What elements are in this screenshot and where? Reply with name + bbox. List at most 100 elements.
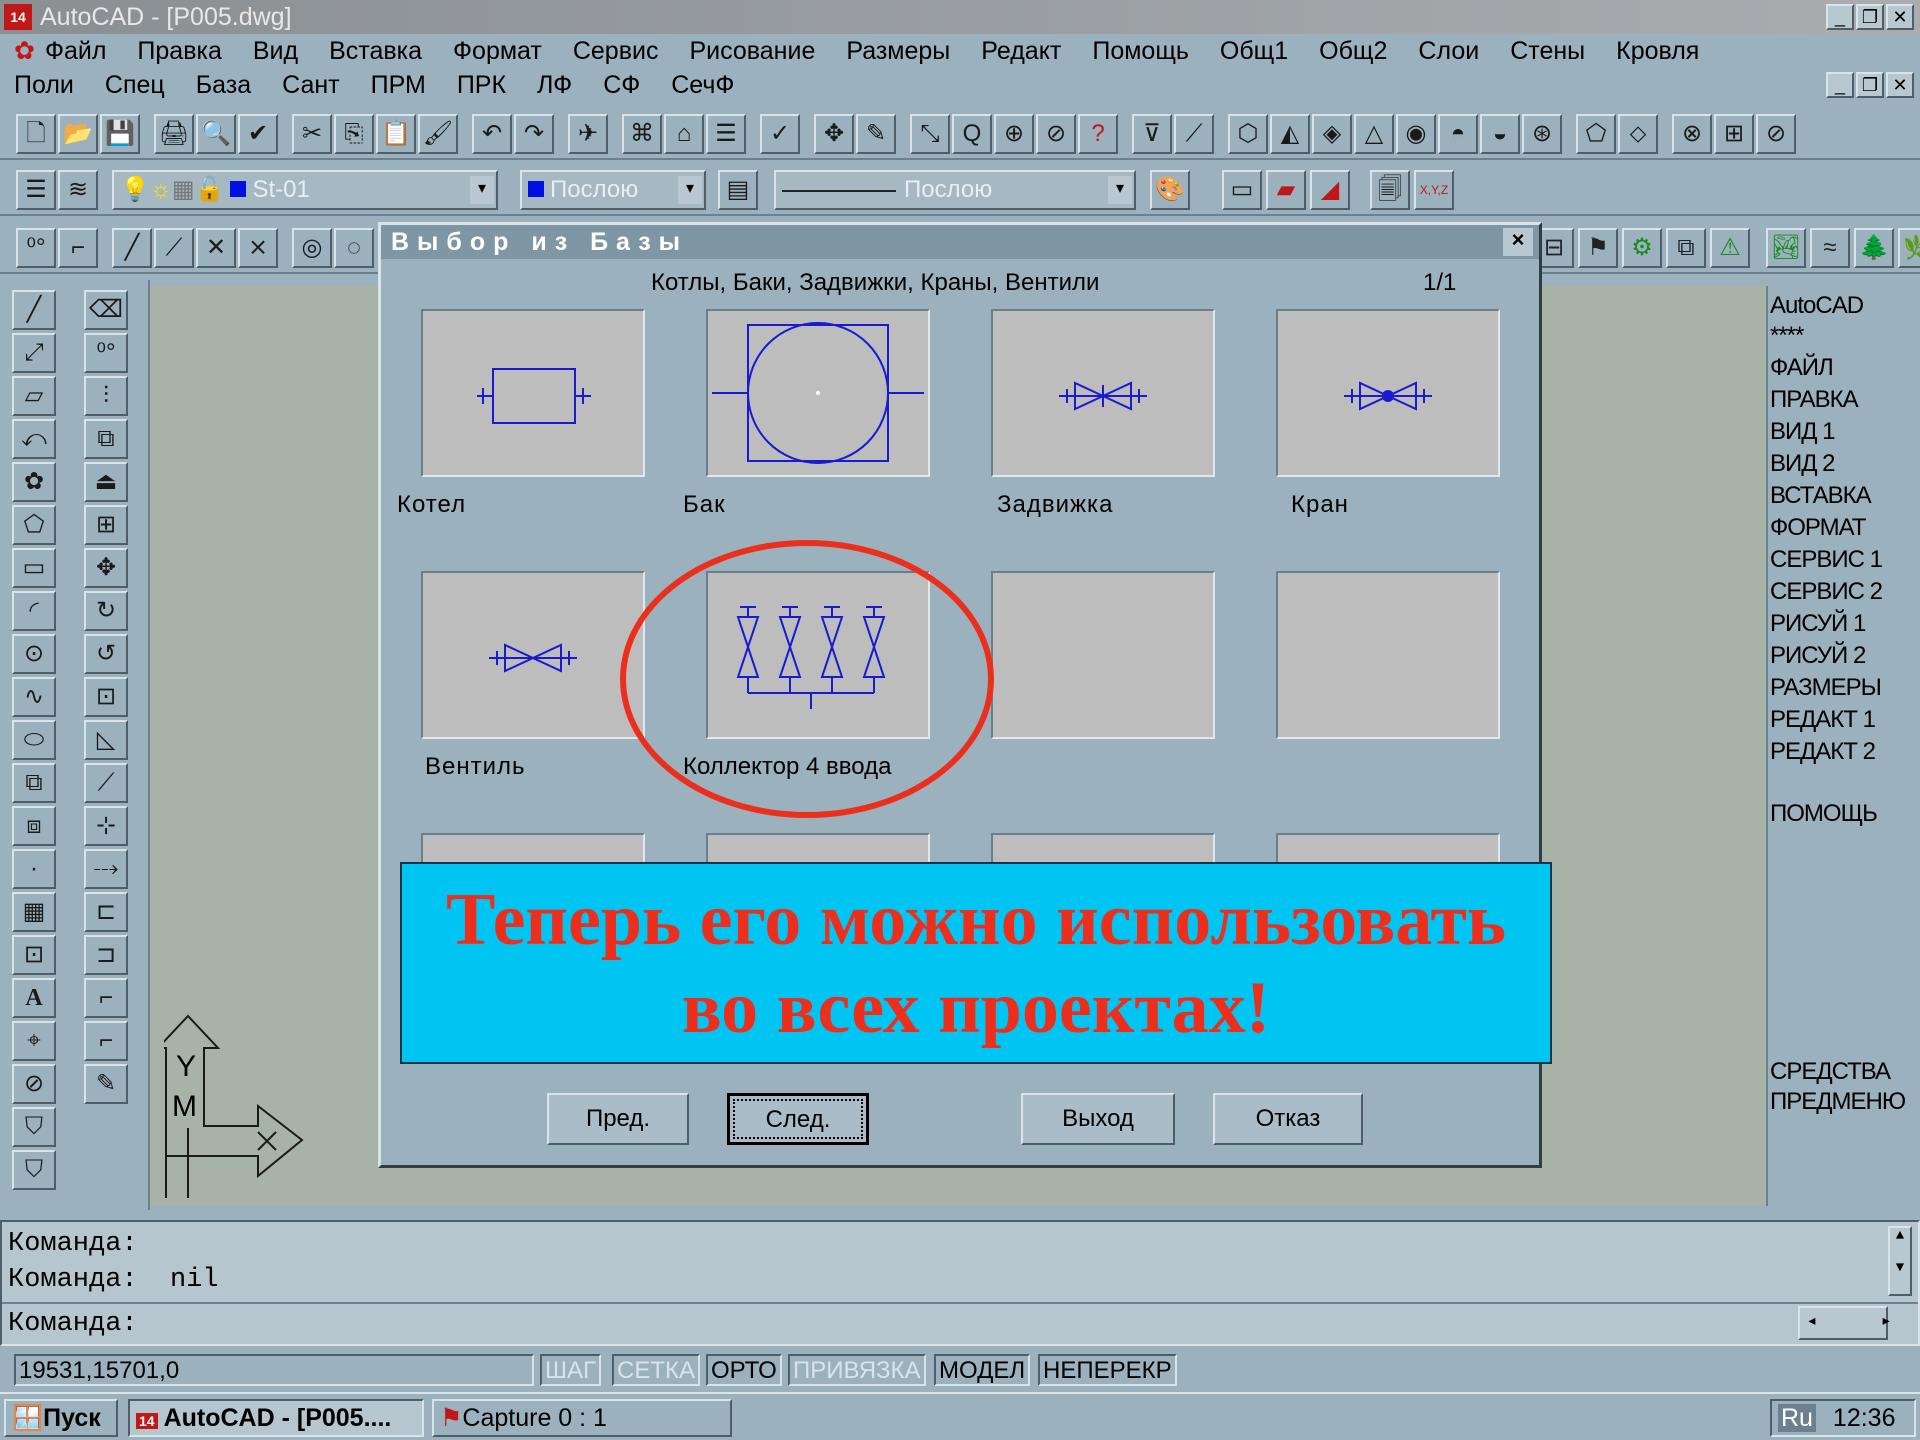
grid-toggle[interactable]: СЕТКА (612, 1354, 700, 1386)
circle-icon[interactable]: ⊙ (12, 634, 56, 674)
break-point-icon[interactable]: ⊏ (84, 892, 128, 932)
point-icon[interactable]: · (12, 849, 56, 889)
polygon-icon[interactable]: ⬠ (12, 505, 56, 545)
landscape-tool-icon[interactable]: ⧉ (1666, 228, 1706, 268)
polygon-star-icon[interactable]: ✿ (12, 462, 56, 502)
launch-icon[interactable]: ✈ (568, 114, 608, 154)
line-icon[interactable]: ╱ (12, 290, 56, 330)
item-empty[interactable] (1276, 571, 1500, 739)
spline-icon[interactable]: ∿ (12, 677, 56, 717)
osnap-tool-icon[interactable]: ⨯ (238, 228, 278, 268)
trim-icon[interactable]: ⟋ (84, 763, 128, 803)
close-icon[interactable]: ✕ (1886, 4, 1914, 30)
screen-menu-item[interactable]: ФОРМАТ (1770, 514, 1866, 542)
screen-menu-item[interactable]: ФАЙЛ (1770, 354, 1834, 382)
rotate-icon[interactable]: ↻ (84, 591, 128, 631)
landscape-tool-icon[interactable]: 🏞 (1766, 228, 1806, 268)
next-button[interactable]: След. (727, 1093, 869, 1145)
stretch-icon[interactable]: ⊡ (84, 677, 128, 717)
chevron-down-icon[interactable]: ▾ (1108, 176, 1132, 204)
menu-item[interactable]: Сервис (573, 37, 659, 66)
arc-icon[interactable]: ◜ (12, 591, 56, 631)
doc-restore-icon[interactable]: ❐ (1856, 72, 1884, 98)
item-tank[interactable] (706, 309, 930, 477)
menu-item[interactable]: ЛФ (537, 71, 572, 100)
landscape-tool-icon[interactable]: ⚙ (1622, 228, 1662, 268)
save-icon[interactable]: 💾 (100, 114, 140, 154)
autocad-app-icon[interactable]: 14 (4, 4, 32, 30)
command-hscrollbar[interactable]: ◂ ▸ (1798, 1306, 1890, 1340)
tile-toggle[interactable]: НЕПЕРЕКР (1038, 1354, 1177, 1386)
open-icon[interactable]: 📂 (58, 114, 98, 154)
item-valve[interactable] (421, 571, 645, 739)
layer-prev-icon[interactable]: ≋ (58, 170, 98, 210)
offset-icon[interactable]: ⧉ (84, 419, 128, 459)
screen-menu-item[interactable]: РИСУЙ 2 (1770, 642, 1866, 670)
move-icon[interactable]: ✥ (84, 548, 128, 588)
menu-item[interactable]: СФ (603, 71, 640, 100)
osnap-toggle[interactable]: ПРИВЯЗКА (788, 1354, 926, 1386)
zoom-prev-icon[interactable]: ⊘ (1036, 114, 1076, 154)
model-toggle[interactable]: МОДЕЛ (934, 1354, 1031, 1386)
menu-item[interactable]: Слои (1418, 37, 1479, 66)
menu-item[interactable]: База (196, 71, 251, 100)
menu-item[interactable]: СечФ (671, 71, 734, 100)
doc-minimize-icon[interactable]: _ (1826, 72, 1854, 98)
block-icon[interactable]: ⌂ (664, 114, 704, 154)
dome-icon[interactable]: ◓ (1438, 114, 1478, 154)
cut-icon[interactable]: ✂ (292, 114, 332, 154)
doc-close-icon[interactable]: ✕ (1886, 72, 1914, 98)
landscape-tool-icon[interactable]: 🌿 (1898, 228, 1920, 268)
screen-menu-item[interactable]: ПРАВКА (1770, 386, 1859, 414)
scene-icon[interactable]: ⊞ (1714, 114, 1754, 154)
cone-icon[interactable]: ◈ (1312, 114, 1352, 154)
ortho-toggle[interactable]: ОРТО (706, 1354, 782, 1386)
table-icon[interactable]: ☰ (706, 114, 746, 154)
zoom-extents-icon[interactable]: ⊕ (994, 114, 1034, 154)
properties-icon[interactable]: 🎨 (1150, 170, 1190, 210)
task-capture[interactable]: ⚑Capture 0 : 1 (432, 1399, 732, 1437)
menu-item[interactable]: Вид (253, 37, 298, 66)
menu-item[interactable]: Рисование (689, 37, 815, 66)
osnap-tool-icon[interactable]: ✕ (196, 228, 236, 268)
shield-icon[interactable]: ⛉ (12, 1150, 56, 1190)
menu-item[interactable]: Стены (1510, 37, 1585, 66)
chevron-down-icon[interactable]: ▾ (678, 176, 702, 204)
chevron-down-icon[interactable]: ▾ (470, 176, 494, 204)
color-select[interactable]: Послою ▾ (520, 170, 706, 210)
wall-layer-icon[interactable]: ◢ (1310, 170, 1350, 210)
menu-item[interactable]: Общ1 (1220, 37, 1288, 66)
osnap-tool-icon[interactable]: ⌐ (58, 228, 98, 268)
screen-menu-item[interactable]: РЕДАКТ 1 (1770, 706, 1876, 734)
item-boiler[interactable] (421, 309, 645, 477)
lengthen-icon[interactable]: ◺ (84, 720, 128, 760)
language-indicator[interactable]: Ru (1778, 1404, 1816, 1432)
text-icon[interactable]: A (12, 978, 56, 1018)
menu-item[interactable]: Правка (137, 37, 221, 66)
task-autocad[interactable]: 14 AutoCAD - [P005.... (128, 1399, 424, 1437)
plane-icon[interactable]: ⟋ (1174, 114, 1214, 154)
array-icon[interactable]: ⏏ (84, 462, 128, 502)
copy-icon[interactable]: ⎘ (334, 114, 374, 154)
screen-menu-item[interactable]: ВИД 2 (1770, 450, 1836, 478)
minimize-icon[interactable]: _ (1826, 4, 1854, 30)
screen-menu-item[interactable]: РАЗМЕРЫ (1770, 674, 1882, 702)
menu-item[interactable]: Размеры (846, 37, 950, 66)
new-icon[interactable]: 🗋 (16, 114, 56, 154)
multiline-icon[interactable]: ▱ (12, 376, 56, 416)
screen-menu-item[interactable]: ПОМОЩЬ (1770, 800, 1878, 828)
menu-item[interactable]: Редакт (981, 37, 1061, 66)
menu-item[interactable]: Помощь (1092, 37, 1189, 66)
screen-menu-item[interactable]: РИСУЙ 1 (1770, 610, 1866, 638)
preview-icon[interactable]: 🔍 (196, 114, 236, 154)
surface-icon[interactable]: ⬦ (1618, 114, 1658, 154)
linetype-select[interactable]: Послою ▾ (774, 170, 1136, 210)
mirror-icon[interactable]: ⫶ (84, 376, 128, 416)
autocad-doc-icon[interactable]: ✿ (14, 36, 35, 66)
osnap-tool-icon[interactable]: ⟋ (154, 228, 194, 268)
menu-item[interactable]: Сант (282, 71, 340, 100)
hatch-icon[interactable]: ▭ (1222, 170, 1262, 210)
insert-block-icon[interactable]: ⧉ (12, 763, 56, 803)
screen-menu-item[interactable]: СЕРВИС 2 (1770, 578, 1883, 606)
help-icon[interactable]: ? (1078, 114, 1118, 154)
